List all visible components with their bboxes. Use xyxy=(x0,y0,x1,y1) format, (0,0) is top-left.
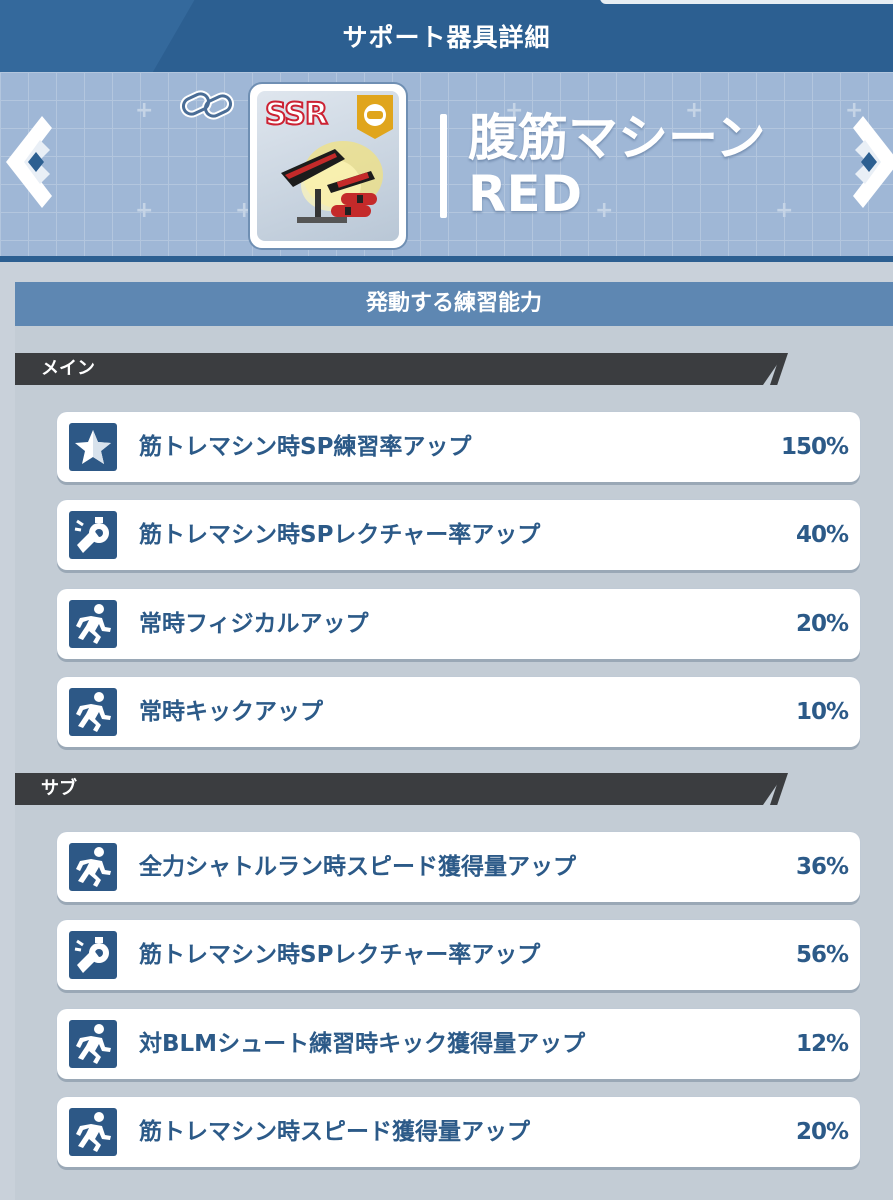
group-header-main: メイン xyxy=(15,353,785,385)
ability-row[interactable]: 筋トレマシン時SPレクチャー率アップ 56% xyxy=(57,920,860,990)
ability-label: 全力シャトルラン時スピード獲得量アップ xyxy=(139,854,576,880)
ability-value: 20% xyxy=(795,1119,849,1145)
running-icon xyxy=(69,843,117,891)
group-header-sub: サブ xyxy=(15,773,785,805)
item-name: 腹筋マシーン RED xyxy=(468,110,766,222)
ability-label: 筋トレマシン時SP練習率アップ xyxy=(139,434,472,460)
ability-label: 常時キックアップ xyxy=(139,699,323,725)
plus-decoration: + xyxy=(135,98,154,123)
ability-label: 対BLMシュート練習時キック獲得量アップ xyxy=(139,1031,586,1057)
chevron-left-icon xyxy=(6,116,52,208)
section-header: 発動する練習能力 xyxy=(15,282,893,326)
ability-row[interactable]: 筋トレマシン時スピード獲得量アップ 20% xyxy=(57,1097,860,1167)
item-name-line2: RED xyxy=(468,165,583,223)
whistle-icon xyxy=(69,511,117,559)
ability-label: 常時フィジカルアップ xyxy=(139,611,369,637)
ability-value: 10% xyxy=(795,699,849,725)
plus-decoration: + xyxy=(775,198,794,223)
running-icon xyxy=(69,1020,117,1068)
running-icon xyxy=(69,688,117,736)
item-name-line1: 腹筋マシーン xyxy=(468,109,766,167)
fist-icon xyxy=(357,95,393,139)
link-icon xyxy=(180,90,235,120)
next-arrow-button[interactable] xyxy=(835,112,893,212)
ability-value: 36% xyxy=(795,854,849,880)
ability-row[interactable]: 常時キックアップ 10% xyxy=(57,677,860,747)
whistle-icon xyxy=(69,931,117,979)
item-banner: + + + + + + + + SSR 腹筋マシーン RED xyxy=(0,72,893,262)
ability-label: 筋トレマシン時スピード獲得量アップ xyxy=(139,1119,530,1145)
page-title: サポート器具詳細 xyxy=(342,23,551,52)
top-header-bar: サポート器具詳細 xyxy=(0,0,893,72)
running-icon xyxy=(69,600,117,648)
running-icon xyxy=(69,1108,117,1156)
equipment-card[interactable]: SSR xyxy=(250,84,406,248)
ability-value: 12% xyxy=(795,1031,849,1057)
ability-label: 筋トレマシン時SPレクチャー率アップ xyxy=(139,942,541,968)
ab-machine-image xyxy=(281,141,383,223)
previous-arrow-button[interactable] xyxy=(0,112,70,212)
ability-value: 150% xyxy=(780,434,849,460)
rarity-badge: SSR xyxy=(264,96,329,133)
ability-row[interactable]: 筋トレマシン時SP練習率アップ 150% xyxy=(57,412,860,482)
ability-row[interactable]: 常時フィジカルアップ 20% xyxy=(57,589,860,659)
ability-row[interactable]: 全力シャトルラン時スピード獲得量アップ 36% xyxy=(57,832,860,902)
ability-value: 20% xyxy=(795,611,849,637)
chevron-right-icon xyxy=(853,116,893,208)
ability-label: 筋トレマシン時SPレクチャー率アップ xyxy=(139,522,541,548)
plus-decoration: + xyxy=(135,198,154,223)
header-decoration-light xyxy=(600,0,893,4)
name-divider xyxy=(440,114,447,218)
star-icon xyxy=(69,423,117,471)
ability-row[interactable]: 筋トレマシン時SPレクチャー率アップ 40% xyxy=(57,500,860,570)
ability-row[interactable]: 対BLMシュート練習時キック獲得量アップ 12% xyxy=(57,1009,860,1079)
ability-value: 56% xyxy=(795,942,849,968)
ability-value: 40% xyxy=(795,522,849,548)
equipment-card-inner: SSR xyxy=(257,91,399,241)
